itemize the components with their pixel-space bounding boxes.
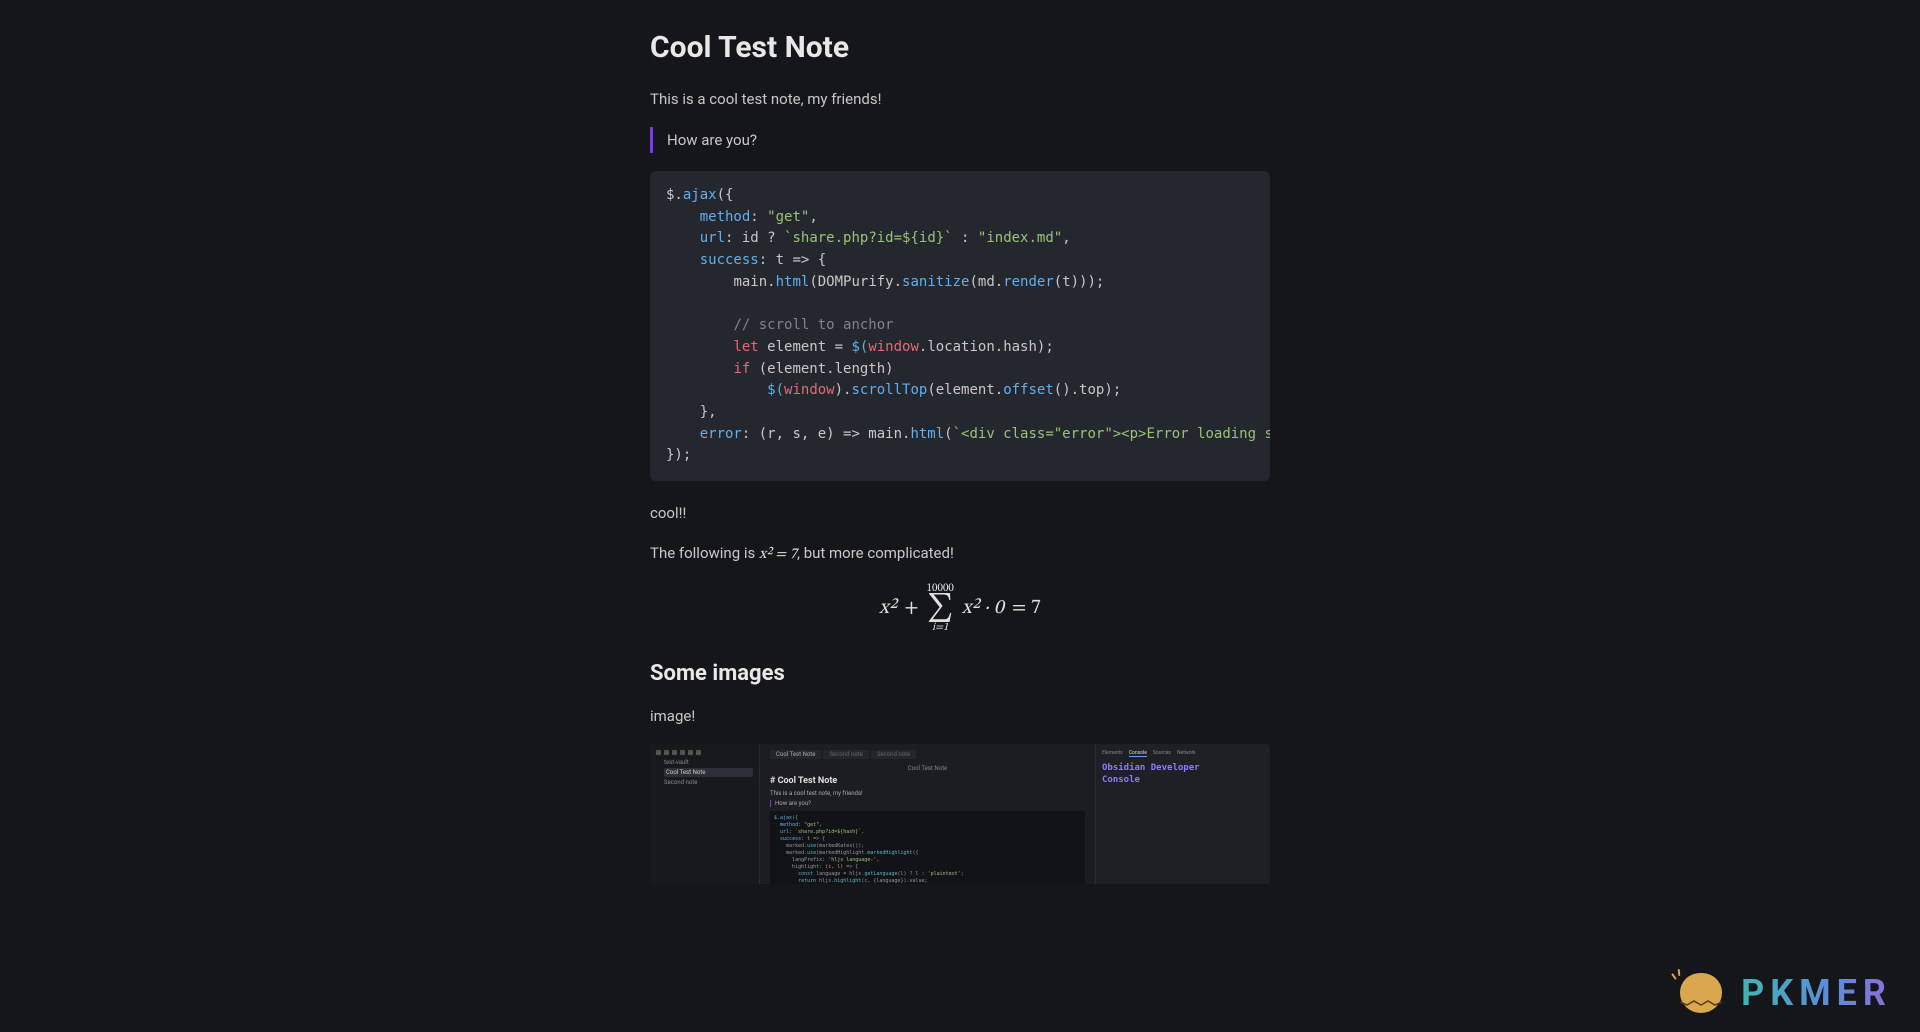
math-inline: x² = 7 [759,547,797,562]
embed-sidebar: test-vault Cool Test Note Second note [650,744,760,884]
math-intro-paragraph: The following is x² = 7, but more compli… [650,541,1270,567]
watermark-text: PKMER [1741,972,1892,1014]
pkmer-logo-icon [1673,973,1729,1013]
after-code-paragraph: cool!! [650,501,1270,525]
image-caption: image! [650,704,1270,728]
math-display: x² + 10000 ∑ i=1 x² · 0 = 7 [650,583,1270,633]
embed-editor: Cool Test Note Second note Second note C… [760,744,1095,884]
images-heading: Some images [650,661,1270,686]
intro-paragraph: This is a cool test note, my friends! [650,87,1270,111]
blockquote: How are you? [650,127,1270,153]
embed-devtools: Elements Console Sources Network Obsidia… [1095,744,1270,884]
code-block: $.ajax({ method: "get", url: id ? `share… [650,171,1270,481]
watermark: PKMER [1673,972,1892,1014]
note-title: Cool Test Note [650,30,1270,65]
embedded-screenshot: test-vault Cool Test Note Second note Co… [650,744,1270,884]
note-content: Cool Test Note This is a cool test note,… [630,0,1290,884]
